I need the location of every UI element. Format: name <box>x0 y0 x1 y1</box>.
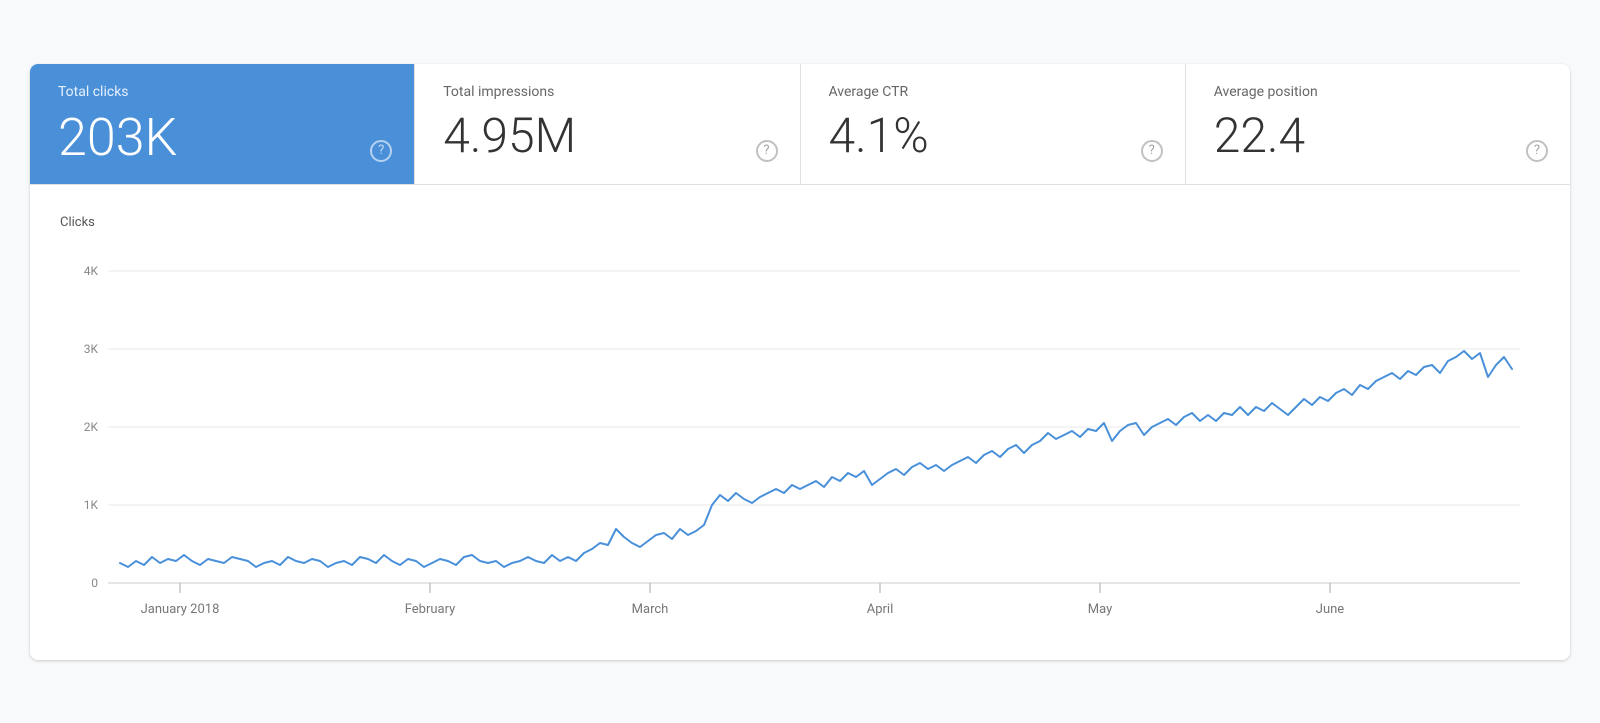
metric-label-ctr: Average CTR <box>829 84 1157 100</box>
dashboard-container: Total clicks 203K ? Total impressions 4.… <box>30 64 1570 660</box>
chart-container: 4K 3K 2K 1K 0 <box>60 240 1540 640</box>
x-label-mar: March <box>632 602 669 617</box>
metric-value-clicks: 203K <box>58 112 386 164</box>
x-label-may: May <box>1088 602 1112 617</box>
y-label-1k: 1K <box>84 498 99 512</box>
metric-value-impressions: 4.95M <box>443 112 771 160</box>
metric-total-impressions[interactable]: Total impressions 4.95M ? <box>415 64 800 184</box>
metric-value-position: 22.4 <box>1214 112 1542 160</box>
y-label-4k: 4K <box>84 264 99 278</box>
chart-area: Clicks 4K 3K 2K 1K 0 <box>30 185 1570 660</box>
y-label-0: 0 <box>91 576 98 590</box>
help-icon-clicks[interactable]: ? <box>370 140 392 162</box>
x-label-jun: June <box>1316 602 1345 617</box>
metric-label-position: Average position <box>1214 84 1542 100</box>
metric-label-clicks: Total clicks <box>58 84 386 100</box>
metric-average-ctr[interactable]: Average CTR 4.1% ? <box>801 64 1186 184</box>
y-label-2k: 2K <box>84 420 99 434</box>
chart-title: Clicks <box>60 215 1540 230</box>
help-icon-impressions[interactable]: ? <box>756 140 778 162</box>
metric-label-impressions: Total impressions <box>443 84 771 100</box>
x-label-jan: January 2018 <box>141 602 220 617</box>
help-icon-position[interactable]: ? <box>1526 140 1548 162</box>
metric-average-position[interactable]: Average position 22.4 ? <box>1186 64 1570 184</box>
chart-line-clicks <box>120 351 1512 567</box>
chart-svg: 4K 3K 2K 1K 0 <box>60 240 1540 640</box>
metric-total-clicks[interactable]: Total clicks 203K ? <box>30 64 415 184</box>
metrics-row: Total clicks 203K ? Total impressions 4.… <box>30 64 1570 185</box>
y-label-3k: 3K <box>84 342 99 356</box>
x-label-apr: April <box>867 602 894 617</box>
metric-value-ctr: 4.1% <box>829 112 1157 160</box>
x-label-feb: February <box>405 602 456 617</box>
help-icon-ctr[interactable]: ? <box>1141 140 1163 162</box>
